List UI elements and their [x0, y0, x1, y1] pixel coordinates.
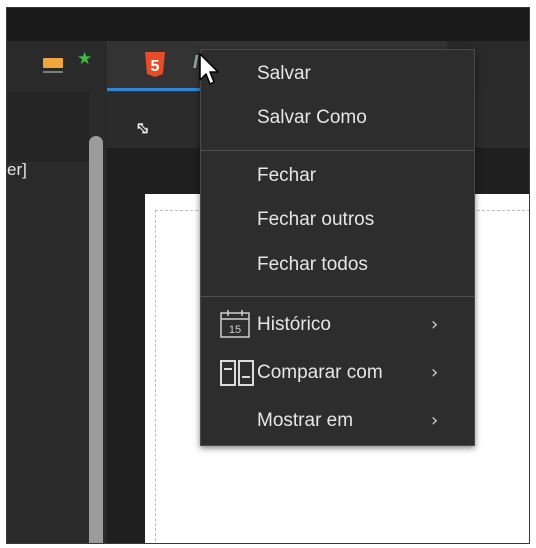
menu-item-comparar-com[interactable]: Comparar com [257, 362, 383, 384]
title-bar [7, 8, 529, 41]
star-icon[interactable]: ★ [77, 49, 92, 69]
compare-icon [220, 360, 254, 386]
menu-item-historico[interactable]: Histórico [257, 314, 331, 336]
chevron-right-icon: › [431, 362, 439, 383]
folder-icon[interactable] [43, 58, 63, 73]
menu-item-salvar[interactable]: Salvar [257, 63, 311, 85]
menu-item-mostrar-em[interactable]: Mostrar em [257, 410, 353, 432]
html5-icon: 5 [145, 52, 165, 77]
menu-separator [201, 296, 474, 297]
vertical-scrollbar[interactable] [89, 136, 103, 543]
mouse-cursor-icon [199, 53, 219, 85]
menu-separator [201, 150, 474, 151]
menu-item-fechar[interactable]: Fechar [257, 165, 316, 187]
menu-item-salvar-como[interactable]: Salvar Como [257, 107, 367, 129]
chevron-right-icon: › [431, 410, 439, 431]
menu-item-fechar-outros[interactable]: Fechar outros [257, 209, 374, 231]
html5-badge: 5 [151, 58, 160, 75]
calendar-icon: 15 [220, 310, 250, 338]
left-panel-header [7, 92, 89, 162]
chevron-right-icon: › [431, 314, 439, 335]
context-menu: Salvar Salvar Como Fechar Fechar outros … [200, 49, 475, 446]
menu-item-fechar-todos[interactable]: Fechar todos [257, 254, 368, 276]
page-guide-vertical [155, 210, 156, 543]
calendar-day: 15 [229, 324, 241, 336]
left-panel-text: er] [7, 160, 27, 179]
active-tab-indicator [107, 88, 207, 91]
